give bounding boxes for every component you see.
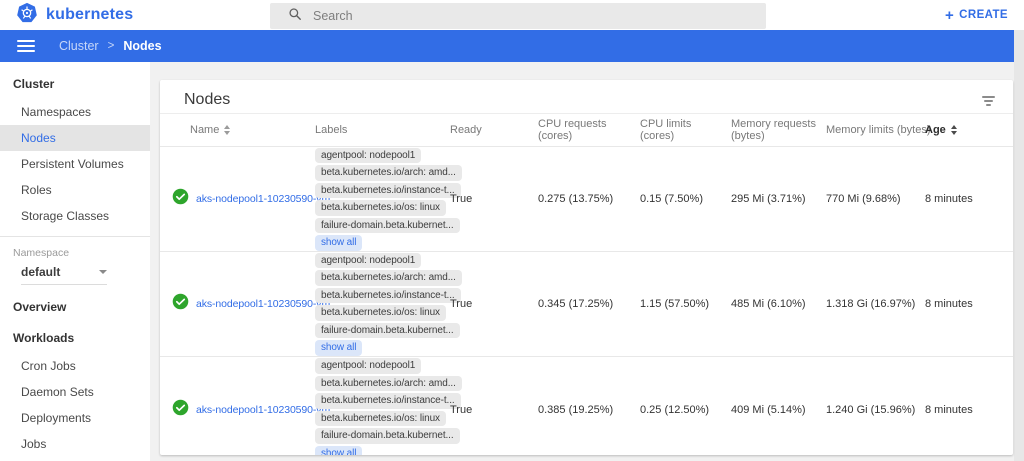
column-header-name[interactable]: Name bbox=[172, 120, 315, 140]
age-value: 8 minutes bbox=[925, 404, 1013, 416]
table-row: aks-nodepool1-10230590-vm... agentpool: … bbox=[160, 147, 1013, 252]
top-app-bar: kubernetes + CREATE bbox=[0, 0, 1024, 30]
sort-icon bbox=[951, 125, 957, 135]
nodes-card: Nodes Name Labels Ready CPU requests (co… bbox=[160, 80, 1013, 455]
ready-value: True bbox=[450, 404, 538, 416]
filter-icon[interactable] bbox=[982, 96, 995, 106]
show-all-button[interactable]: show all bbox=[315, 235, 362, 251]
label-chip: beta.kubernetes.io/arch: amd... bbox=[315, 376, 462, 392]
plus-icon: + bbox=[945, 8, 954, 23]
label-chip: failure-domain.beta.kubernet... bbox=[315, 323, 460, 339]
label-chip: beta.kubernetes.io/os: linux bbox=[315, 411, 446, 427]
age-value: 8 minutes bbox=[925, 193, 1013, 205]
table-row: aks-nodepool1-10230590-vm... agentpool: … bbox=[160, 357, 1013, 455]
breadcrumb-bar: Cluster > Nodes bbox=[0, 30, 1024, 62]
column-header-ready: Ready bbox=[450, 120, 538, 140]
label-chip: beta.kubernetes.io/os: linux bbox=[315, 305, 446, 321]
create-button[interactable]: + CREATE bbox=[945, 8, 1008, 23]
label-chip: beta.kubernetes.io/instance-t... bbox=[315, 393, 461, 409]
page-title: Nodes bbox=[184, 85, 230, 109]
memory-limits-value: 1.240 Gi (15.96%) bbox=[826, 404, 925, 416]
sidebar-item-jobs[interactable]: Jobs bbox=[0, 431, 150, 457]
memory-requests-value: 409 Mi (5.14%) bbox=[731, 404, 826, 416]
memory-requests-value: 485 Mi (6.10%) bbox=[731, 298, 826, 310]
cpu-requests-value: 0.385 (19.25%) bbox=[538, 404, 640, 416]
sidebar-item-persistent-volumes[interactable]: Persistent Volumes bbox=[0, 151, 150, 177]
breadcrumb-separator-icon: > bbox=[108, 40, 115, 52]
search-icon bbox=[288, 7, 302, 26]
status-ok-icon bbox=[172, 293, 189, 315]
sidebar-item-namespaces[interactable]: Namespaces bbox=[0, 99, 150, 125]
sidebar-item-storage-classes[interactable]: Storage Classes bbox=[0, 203, 150, 229]
label-chip: agentpool: nodepool1 bbox=[315, 253, 421, 269]
sidebar-section-cluster[interactable]: Cluster bbox=[0, 68, 150, 99]
status-ok-icon bbox=[172, 399, 189, 421]
card-header: Nodes bbox=[160, 80, 1013, 114]
sidebar-divider bbox=[0, 236, 150, 237]
sidebar-item-deployments[interactable]: Deployments bbox=[0, 405, 150, 431]
sidebar-item-pods[interactable]: Pods bbox=[0, 457, 150, 461]
breadcrumb-current: Nodes bbox=[123, 39, 161, 53]
cpu-limits-value: 0.15 (7.50%) bbox=[640, 193, 731, 205]
kubernetes-logo-icon bbox=[16, 2, 38, 29]
status-ok-icon bbox=[172, 188, 189, 210]
create-button-label: CREATE bbox=[959, 9, 1008, 21]
column-header-age[interactable]: Age bbox=[925, 120, 1013, 140]
cpu-limits-value: 0.25 (12.50%) bbox=[640, 404, 731, 416]
sidebar-item-cron-jobs[interactable]: Cron Jobs bbox=[0, 353, 150, 379]
sidebar-item-daemon-sets[interactable]: Daemon Sets bbox=[0, 379, 150, 405]
sort-icon bbox=[224, 125, 230, 135]
cpu-requests-value: 0.275 (13.75%) bbox=[538, 193, 640, 205]
sidebar-item-roles[interactable]: Roles bbox=[0, 177, 150, 203]
table-header-row: Name Labels Ready CPU requests (cores) C… bbox=[160, 114, 1013, 147]
brand-name: kubernetes bbox=[46, 6, 133, 24]
sidebar-item-overview[interactable]: Overview bbox=[0, 291, 150, 322]
memory-limits-value: 1.318 Gi (16.97%) bbox=[826, 298, 925, 310]
label-chip: beta.kubernetes.io/arch: amd... bbox=[315, 165, 462, 181]
namespace-label: Namespace bbox=[0, 239, 150, 262]
table-row: aks-nodepool1-10230590-vm... agentpool: … bbox=[160, 252, 1013, 357]
column-header-memory-requests: Memory requests (bytes) bbox=[731, 114, 826, 146]
age-value: 8 minutes bbox=[925, 298, 1013, 310]
breadcrumb-parent[interactable]: Cluster bbox=[59, 39, 99, 53]
main-content: Nodes Name Labels Ready CPU requests (co… bbox=[150, 62, 1024, 461]
show-all-button[interactable]: show all bbox=[315, 340, 362, 356]
label-chip: failure-domain.beta.kubernet... bbox=[315, 428, 460, 444]
scrollbar[interactable] bbox=[1014, 30, 1024, 461]
menu-icon[interactable] bbox=[17, 40, 35, 52]
chevron-down-icon bbox=[99, 270, 107, 274]
show-all-button[interactable]: show all bbox=[315, 446, 362, 456]
namespace-select[interactable]: default bbox=[21, 265, 107, 285]
label-chip: agentpool: nodepool1 bbox=[315, 358, 421, 374]
ready-value: True bbox=[450, 193, 538, 205]
column-header-cpu-requests: CPU requests (cores) bbox=[538, 114, 640, 146]
namespace-selected-value: default bbox=[21, 265, 60, 279]
column-header-cpu-limits: CPU limits (cores) bbox=[640, 114, 731, 146]
label-chip: failure-domain.beta.kubernet... bbox=[315, 218, 460, 234]
sidebar-nav: Cluster Namespaces Nodes Persistent Volu… bbox=[0, 62, 150, 461]
ready-value: True bbox=[450, 298, 538, 310]
memory-limits-value: 770 Mi (9.68%) bbox=[826, 193, 925, 205]
cpu-limits-value: 1.15 (57.50%) bbox=[640, 298, 731, 310]
label-chip: beta.kubernetes.io/arch: amd... bbox=[315, 270, 462, 286]
memory-requests-value: 295 Mi (3.71%) bbox=[731, 193, 826, 205]
search-box[interactable] bbox=[270, 3, 766, 29]
column-header-labels: Labels bbox=[315, 120, 450, 140]
sidebar-item-nodes[interactable]: Nodes bbox=[0, 125, 150, 151]
brand[interactable]: kubernetes bbox=[0, 2, 270, 29]
label-chip: beta.kubernetes.io/os: linux bbox=[315, 200, 446, 216]
cpu-requests-value: 0.345 (17.25%) bbox=[538, 298, 640, 310]
sidebar-section-workloads[interactable]: Workloads bbox=[0, 322, 150, 353]
label-chip: beta.kubernetes.io/instance-t... bbox=[315, 183, 461, 199]
column-header-memory-limits: Memory limits (bytes) bbox=[826, 120, 925, 140]
label-chip: agentpool: nodepool1 bbox=[315, 148, 421, 164]
label-chip: beta.kubernetes.io/instance-t... bbox=[315, 288, 461, 304]
search-input[interactable] bbox=[313, 9, 693, 23]
